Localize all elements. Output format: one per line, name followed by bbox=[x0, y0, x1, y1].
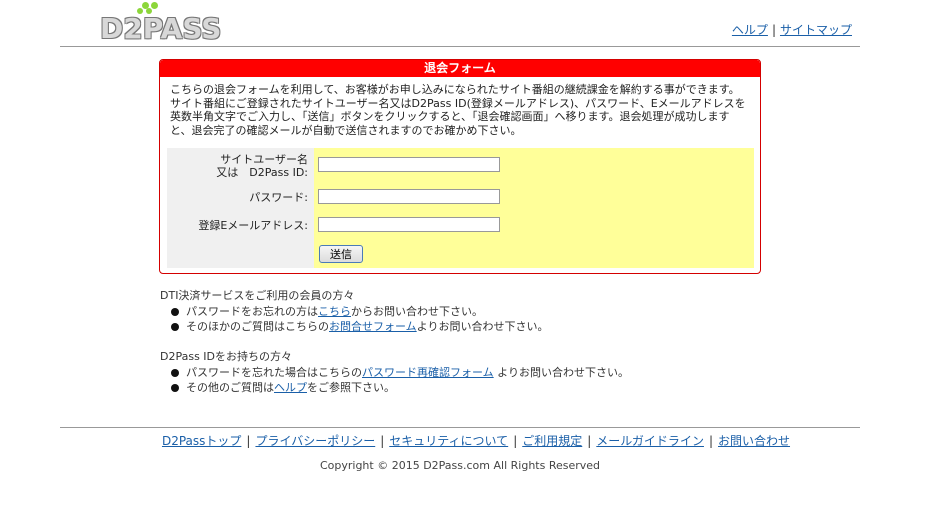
footer-link-privacy[interactable]: プライバシーポリシー bbox=[255, 434, 375, 448]
dti-contact-form-link[interactable]: お問合せフォーム bbox=[329, 320, 417, 333]
list-item-text: パスワードを忘れた場合はこちらの bbox=[186, 366, 362, 379]
footer-separator: | bbox=[587, 434, 592, 448]
password-input[interactable] bbox=[318, 189, 500, 204]
list-item: パスワードをお忘れの方はこちらからお問い合わせ下さい。 bbox=[170, 304, 548, 319]
form-fields-table: サイトユーザー名 又は D2Pass ID: パスワード: 登録Eメールアドレス… bbox=[167, 148, 754, 268]
d2pass-help-link[interactable]: ヘルプ bbox=[274, 381, 307, 394]
user-id-label: サイトユーザー名 又は D2Pass ID: bbox=[216, 153, 308, 179]
d2pass-members-section: D2Pass IDをお持ちの方々 パスワードを忘れた場合はこちらのパスワード再確… bbox=[160, 349, 629, 395]
sitemap-link[interactable]: サイトマップ bbox=[780, 23, 852, 37]
list-item-text: そのほかのご質問はこちらの bbox=[186, 320, 329, 333]
user-id-input[interactable] bbox=[318, 157, 500, 172]
list-item-text: よりお問い合わせ下さい。 bbox=[493, 366, 629, 379]
footer-link-security[interactable]: セキュリティについて bbox=[389, 434, 508, 448]
footer-link-mail-guidelines[interactable]: メールガイドライン bbox=[596, 434, 704, 448]
d2pass-logo[interactable]: D2PASS bbox=[100, 2, 221, 45]
list-item: パスワードを忘れた場合はこちらのパスワード再確認フォーム よりお問い合わせ下さい… bbox=[170, 365, 629, 380]
password-label: パスワード: bbox=[249, 191, 308, 204]
dti-members-section: DTI決済サービスをご利用の会員の方々 パスワードをお忘れの方はこちらからお問い… bbox=[160, 288, 548, 334]
top-links-separator: | bbox=[771, 23, 776, 37]
email-label: 登録Eメールアドレス: bbox=[198, 219, 308, 232]
list-item-text: をご参照下さい。 bbox=[307, 381, 395, 394]
page-header: D2PASS ヘルプ | サイトマップ bbox=[60, 0, 860, 47]
label-column: サイトユーザー名 又は D2Pass ID: パスワード: 登録Eメールアドレス… bbox=[167, 148, 314, 268]
dti-password-link[interactable]: こちら bbox=[318, 305, 351, 318]
help-link[interactable]: ヘルプ bbox=[732, 23, 768, 37]
d2pass-section-title: D2Pass IDをお持ちの方々 bbox=[160, 350, 293, 363]
footer-link-contact[interactable]: お問い合わせ bbox=[718, 434, 790, 448]
top-links: ヘルプ | サイトマップ bbox=[732, 21, 852, 38]
footer-separator: | bbox=[246, 434, 251, 448]
logo-text: D2PASS bbox=[100, 12, 222, 45]
form-title: 退会フォーム bbox=[160, 60, 760, 77]
footer-divider bbox=[60, 427, 860, 428]
footer-link-d2pass-top[interactable]: D2Passトップ bbox=[162, 434, 241, 448]
email-input[interactable] bbox=[318, 217, 500, 232]
user-id-label-line2: 又は D2Pass ID: bbox=[216, 166, 308, 179]
list-item-text: よりお問い合わせ下さい。 bbox=[416, 320, 549, 333]
list-item: その他のご質問はヘルプをご参照下さい。 bbox=[170, 380, 629, 395]
submit-button[interactable]: 送信 bbox=[319, 245, 363, 263]
dti-section-title: DTI決済サービスをご利用の会員の方々 bbox=[160, 289, 355, 302]
footer-links: D2Passトップ | プライバシーポリシー | セキュリティについて | ご利用規定 | メー… bbox=[0, 432, 952, 449]
footer-separator: | bbox=[708, 434, 713, 448]
list-item: そのほかのご質問はこちらのお問合せフォームよりお問い合わせ下さい。 bbox=[170, 319, 548, 334]
footer-separator: | bbox=[513, 434, 518, 448]
withdrawal-form: 退会フォーム こちらの退会フォームを利用して、お客様がお申し込みになられたサイト… bbox=[159, 59, 761, 274]
input-column: 送信 bbox=[314, 148, 754, 268]
form-description: こちらの退会フォームを利用して、お客様がお申し込みになられたサイト番組の継続課金… bbox=[170, 83, 746, 137]
copyright-text: Copyright © 2015 D2Pass.com All Rights R… bbox=[319, 459, 601, 472]
user-id-label-line1: サイトユーザー名 bbox=[220, 153, 308, 166]
footer-separator: | bbox=[380, 434, 385, 448]
footer-link-terms[interactable]: ご利用規定 bbox=[522, 434, 582, 448]
password-reconfirm-link[interactable]: パスワード再確認フォーム bbox=[362, 366, 494, 379]
list-item-text: からお問い合わせ下さい。 bbox=[351, 305, 483, 318]
list-item-text: パスワードをお忘れの方は bbox=[186, 305, 318, 318]
list-item-text: その他のご質問は bbox=[186, 381, 274, 394]
